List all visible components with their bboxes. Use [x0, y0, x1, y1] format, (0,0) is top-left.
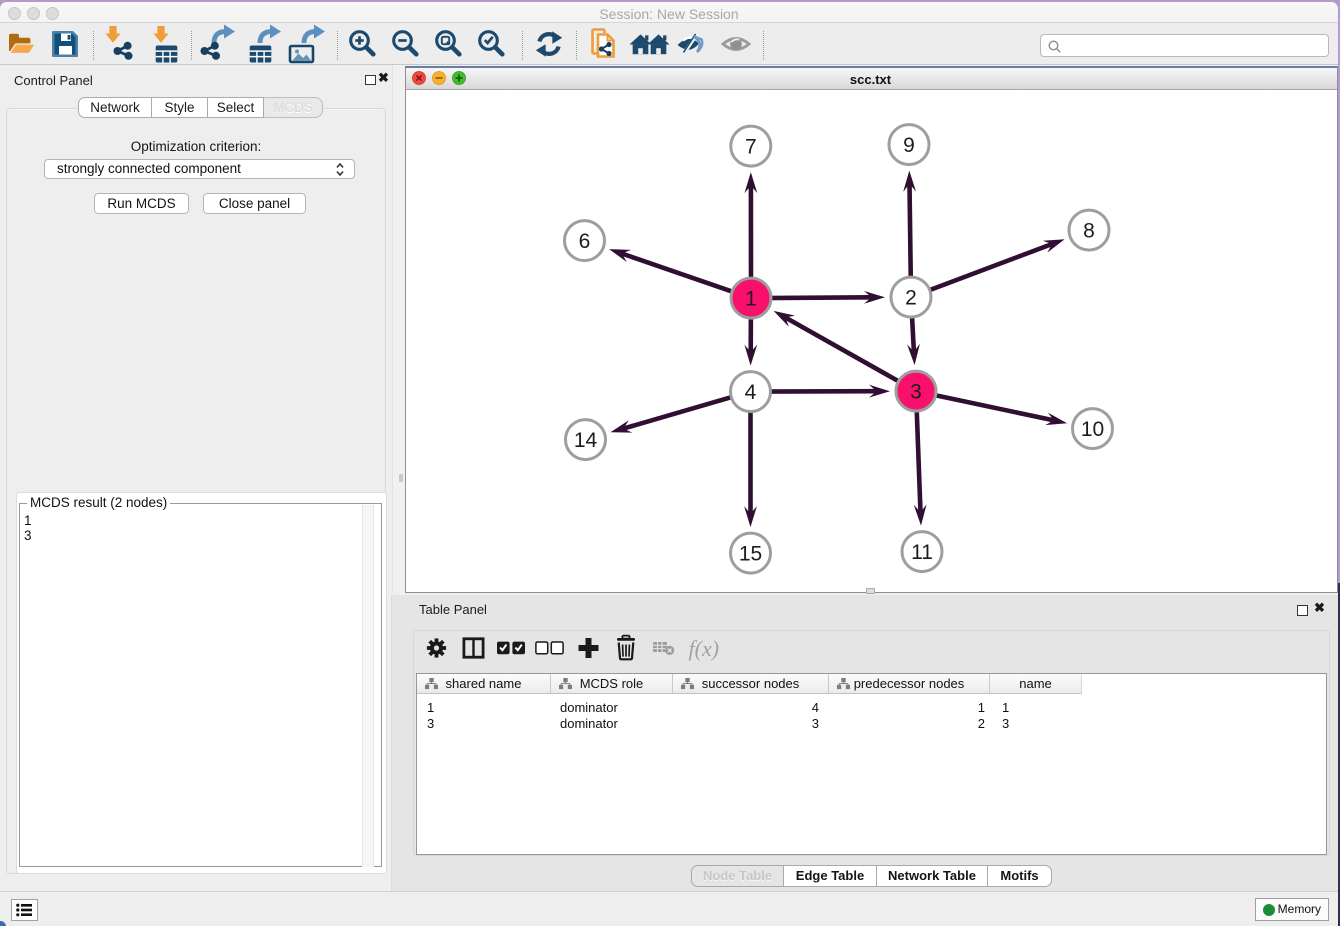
svg-text:11: 11 [911, 541, 933, 564]
svg-text:f(x): f(x) [689, 636, 720, 661]
svg-text:14: 14 [574, 429, 598, 452]
svg-text:2: 2 [905, 286, 917, 309]
svg-text:1: 1 [745, 287, 757, 310]
svg-text:6: 6 [579, 230, 591, 253]
svg-text:9: 9 [903, 134, 915, 157]
svg-text:3: 3 [910, 380, 922, 403]
svg-text:7: 7 [745, 135, 757, 158]
svg-text:15: 15 [739, 542, 762, 565]
svg-text:10: 10 [1081, 418, 1104, 441]
svg-text:4: 4 [745, 381, 757, 404]
svg-text:8: 8 [1083, 219, 1095, 242]
